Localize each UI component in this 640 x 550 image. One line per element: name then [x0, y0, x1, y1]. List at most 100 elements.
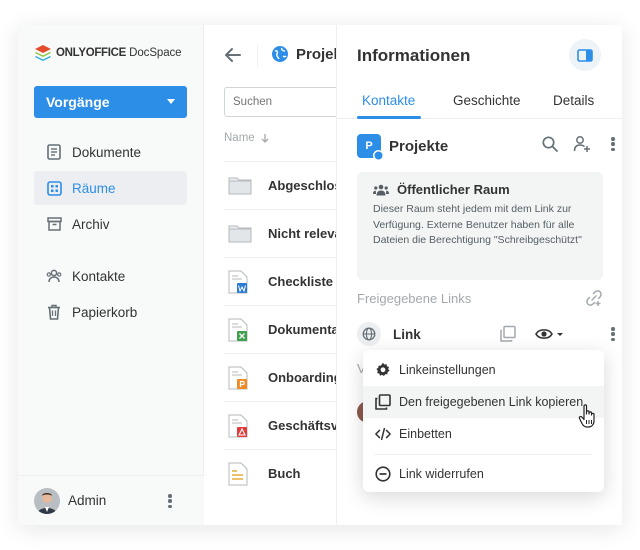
shared-link-label: Link — [393, 326, 421, 342]
menu-item-embed[interactable]: Einbetten — [363, 418, 604, 450]
shared-links-label: Freigegebene Links — [357, 291, 472, 306]
info-panel-title: Informationen — [357, 46, 471, 65]
menu-item-label: Linkeinstellungen — [399, 363, 496, 377]
add-user-icon[interactable] — [573, 135, 591, 153]
archive-icon — [46, 216, 62, 232]
header-divider — [257, 45, 258, 67]
app-logo[interactable]: ONLYOFFICE DocSpace — [34, 44, 182, 62]
hand-pointer-icon — [578, 404, 595, 428]
back-arrow-icon[interactable] — [223, 45, 243, 65]
menu-item-revoke-link[interactable]: Link widerrufen — [363, 458, 604, 490]
globe-icon — [272, 46, 288, 62]
table-row[interactable]: Checkliste — [224, 257, 336, 305]
search-input[interactable]: Suchen — [224, 87, 336, 117]
rooms-grid-icon — [46, 180, 62, 196]
breadcrumb: Projekte — [271, 45, 336, 63]
page-title: Projekte — [296, 45, 336, 63]
folder-icon — [228, 222, 252, 246]
pptx-file-icon — [228, 366, 252, 390]
chevron-down-icon — [167, 99, 175, 104]
embed-code-icon — [375, 426, 391, 442]
public-room-title: Öffentlicher Raum — [397, 182, 510, 197]
search-placeholder: Suchen — [233, 96, 273, 108]
txt-file-icon — [228, 462, 252, 486]
sidebar-item-label: Kontakte — [72, 268, 126, 284]
file-name: Geschäftsvorlagen — [268, 418, 336, 433]
menu-item-label: Einbetten — [399, 427, 452, 441]
avatar[interactable] — [34, 487, 60, 514]
toggle-info-panel-button[interactable] — [569, 39, 601, 71]
room-badge-letter: P — [365, 140, 373, 152]
user-name: Admin — [68, 493, 107, 508]
shared-link-row[interactable]: Link — [357, 322, 607, 346]
file-list-panel: Projekte Suchen Name Abgeschlossen Nicht… — [205, 25, 336, 525]
eye-icon[interactable] — [535, 325, 565, 343]
copy-icon[interactable] — [499, 325, 517, 343]
room-menu-icon[interactable] — [611, 137, 615, 151]
user-profile[interactable]: Admin — [18, 475, 204, 525]
sidebar-item-contacts[interactable]: Kontakte — [34, 259, 187, 293]
add-link-icon[interactable] — [585, 289, 603, 307]
column-header-name[interactable]: Name — [224, 132, 270, 144]
menu-item-label: Link widerrufen — [399, 467, 484, 481]
table-row[interactable]: Buch — [224, 449, 336, 497]
app-window: ONLYOFFICE DocSpace Vorgänge Dokumente R… — [18, 25, 622, 525]
sidebar-item-label: Papierkorb — [72, 304, 138, 320]
sidebar-item-documents[interactable]: Dokumente — [34, 135, 187, 169]
table-row[interactable]: Nicht relevant — [224, 209, 336, 257]
room-header: P Projekte — [357, 133, 607, 161]
file-name: Checkliste — [268, 274, 334, 289]
sidebar-item-archive[interactable]: Archiv — [34, 207, 187, 241]
room-name: Projekte — [389, 137, 449, 155]
sidebar-item-rooms[interactable]: Räume — [34, 171, 187, 205]
link-menu-icon[interactable] — [611, 327, 615, 341]
table-row[interactable]: Dokumentation — [224, 305, 336, 353]
table-row[interactable]: Geschäftsvorlagen — [224, 401, 336, 449]
globe-icon — [357, 322, 381, 346]
actions-button-label: Vorgänge — [46, 94, 110, 110]
menu-item-copy-shared-link[interactable]: Den freigegebenen Link kopieren — [363, 386, 604, 418]
tab-history[interactable]: Geschichte — [453, 93, 521, 108]
table-row[interactable]: Abgeschlossen — [224, 161, 336, 209]
sidebar-item-label: Dokumente — [72, 144, 142, 160]
public-room-notice: Öffentlicher Raum Dieser Raum steht jede… — [357, 172, 603, 280]
search-icon[interactable] — [541, 135, 559, 153]
contacts-icon — [46, 268, 62, 284]
sidebar-item-trash[interactable]: Papierkorb — [34, 295, 187, 329]
column-header-label: Name — [224, 132, 255, 144]
gear-icon — [375, 362, 391, 378]
file-name: Onboarding — [268, 370, 336, 385]
file-name: Buch — [268, 466, 301, 481]
sidebar: ONLYOFFICE DocSpace Vorgänge Dokumente R… — [18, 25, 204, 525]
file-name: Dokumentation — [268, 322, 336, 337]
table-row[interactable]: Onboarding — [224, 353, 336, 401]
logo-product: DocSpace — [129, 47, 182, 59]
copy-icon — [375, 394, 391, 410]
file-name: Nicht relevant — [268, 226, 336, 241]
user-menu-icon[interactable] — [168, 494, 172, 508]
trash-icon — [46, 304, 62, 320]
public-room-description: Dieser Raum steht jedem mit dem Link zur… — [373, 203, 582, 246]
people-group-icon — [373, 184, 389, 195]
info-tabs: Kontakte Geschichte Details — [337, 89, 622, 119]
onlyoffice-logo-icon — [35, 45, 51, 61]
room-logo: P — [357, 134, 384, 161]
sort-arrow-icon — [261, 134, 269, 143]
menu-item-label: Den freigegebenen Link kopieren — [399, 395, 584, 409]
tab-details[interactable]: Details — [553, 93, 594, 108]
tab-contacts[interactable]: Kontakte — [362, 93, 415, 108]
side-panel-icon — [577, 48, 593, 62]
folder-icon — [228, 174, 252, 198]
menu-item-link-settings[interactable]: Linkeinstellungen — [363, 354, 604, 386]
docx-file-icon — [228, 270, 252, 294]
pdf-file-icon — [228, 414, 252, 438]
sidebar-item-label: Archiv — [72, 216, 110, 232]
revoke-icon — [375, 466, 391, 482]
globe-icon — [373, 150, 384, 161]
active-tab-indicator — [357, 116, 421, 119]
actions-button[interactable]: Vorgänge — [34, 86, 187, 118]
document-icon — [46, 144, 62, 160]
file-name: Abgeschlossen — [268, 178, 336, 193]
sidebar-item-label: Räume — [72, 180, 116, 196]
link-context-menu: Linkeinstellungen Den freigegebenen Link… — [363, 350, 604, 492]
